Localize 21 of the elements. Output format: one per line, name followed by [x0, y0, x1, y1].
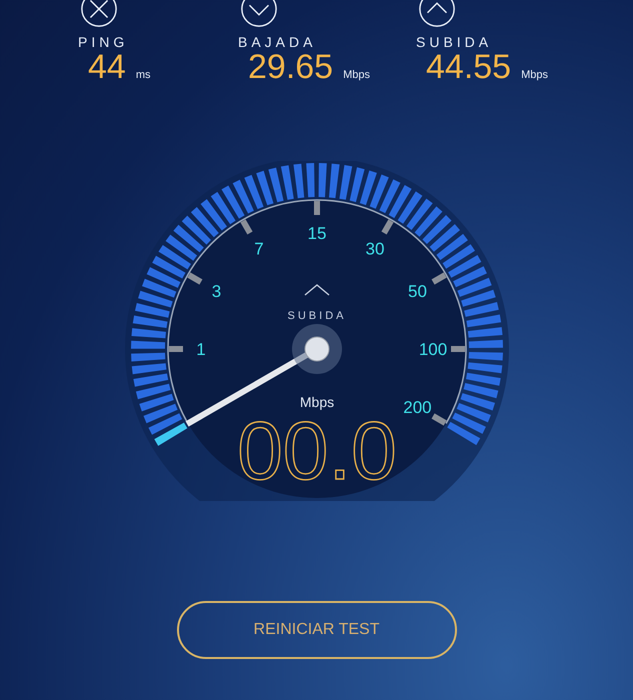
- scale-label: 1: [196, 340, 206, 359]
- scale-label: 7: [254, 239, 264, 258]
- stat-unit: Mbps: [343, 69, 370, 81]
- stat-label: PING: [78, 34, 128, 50]
- stat-label: SUBIDA: [416, 34, 492, 50]
- chevron-up-icon: [304, 284, 329, 296]
- stat-unit: ms: [136, 69, 150, 81]
- scale-label: 50: [408, 282, 426, 301]
- stat-label: BAJADA: [238, 34, 316, 50]
- stat-value: 44: [88, 50, 126, 86]
- scale-label: 30: [365, 239, 384, 258]
- scale-label: 15: [307, 224, 326, 243]
- stat-value: 29.65: [248, 50, 334, 86]
- scale-label: 200: [402, 398, 432, 417]
- scale-label: 3: [211, 282, 221, 301]
- stat-unit: Mbps: [521, 69, 548, 81]
- restart-test-button[interactable]: REINICIAR TEST: [176, 600, 456, 659]
- scale-label: 100: [418, 340, 447, 359]
- gauge-mode-label: SUBIDA: [287, 310, 346, 322]
- stat-value: 44.55: [426, 50, 512, 86]
- needle-hub: [304, 336, 329, 362]
